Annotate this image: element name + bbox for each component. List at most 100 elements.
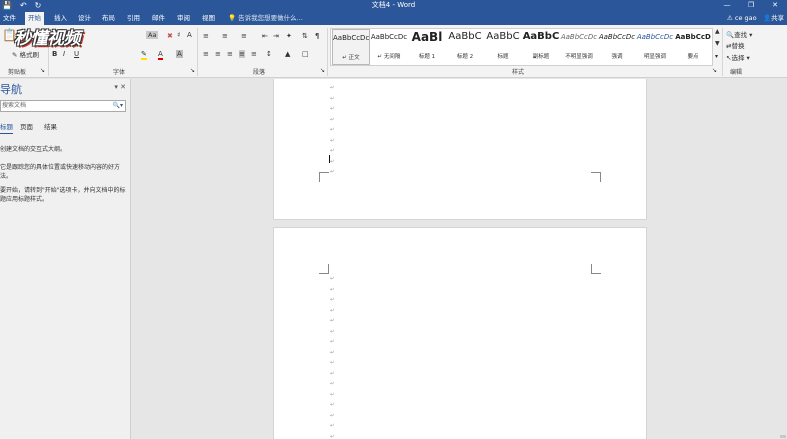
- tab-view[interactable]: 视图: [199, 12, 218, 25]
- style-sample: AaBbCcDc: [636, 33, 674, 41]
- char-border-icon[interactable]: A: [187, 31, 192, 39]
- style-name: 明显强调: [643, 54, 666, 60]
- tell-me-box[interactable]: 💡 告诉我您想要做什么...: [228, 11, 303, 25]
- style-heading-1[interactable]: AaBl 标题 1: [408, 29, 446, 65]
- style-intense-emphasis[interactable]: AaBbCcDc 明显强调: [636, 29, 674, 65]
- user-account[interactable]: ⚠ ce gao: [727, 11, 757, 25]
- styles-gallery: AaBbCcDc ↵ 正文 AaBbCcDc ↵ 无间隔 AaBl 标题 1 A…: [330, 28, 713, 66]
- gallery-scroll-down-icon[interactable]: ▼: [715, 40, 720, 47]
- font-dialog-launcher-icon[interactable]: ↘: [190, 67, 195, 74]
- window-title: 文档4 - Word: [371, 1, 416, 9]
- sort-icon[interactable]: ⇅: [302, 32, 308, 40]
- nav-tab-headings[interactable]: 标题: [0, 121, 13, 134]
- dialog-launcher-icon[interactable]: ↘: [40, 67, 45, 74]
- chinese-layout-icon[interactable]: ✦: [286, 32, 292, 40]
- style-no-spacing[interactable]: AaBbCcDc ↵ 无间隔: [370, 29, 408, 65]
- style-name: ↵ 正文: [342, 55, 360, 61]
- paragraph-mark: ↵: [330, 360, 335, 366]
- share-button[interactable]: 👤共享: [763, 11, 784, 25]
- select-label: 选择: [731, 54, 745, 62]
- close-icon[interactable]: ✕: [763, 0, 787, 11]
- font-color-icon[interactable]: A: [158, 50, 163, 60]
- paragraph-mark: ↵: [330, 307, 335, 314]
- gallery-scroll-up-icon[interactable]: ▲: [715, 28, 720, 35]
- distributed-icon[interactable]: ≡: [251, 50, 257, 58]
- nav-search-placeholder: 搜索文档: [2, 102, 27, 109]
- replace-button[interactable]: ⇄替换: [726, 40, 744, 50]
- paragraph-mark: ↵: [330, 328, 335, 335]
- style-normal[interactable]: AaBbCcDc ↵ 正文: [332, 29, 370, 65]
- bullets-icon[interactable]: ≡: [203, 32, 209, 40]
- paragraph-mark: ↵: [330, 297, 335, 303]
- phonetic-icon[interactable]: ♯: [177, 31, 180, 39]
- group-label-paragraph: 段落: [253, 69, 266, 76]
- restore-icon[interactable]: ❐: [739, 0, 763, 11]
- borders-icon[interactable]: □: [302, 50, 309, 58]
- close-icon[interactable]: ✕: [120, 83, 126, 91]
- style-strong[interactable]: AaBbCcD 要点: [674, 29, 712, 65]
- paragraph-mark: ↵: [330, 402, 335, 408]
- document-area[interactable]: ↵ ↵ ↵ ↵ ↵ ↵ ↵ ↵ ↵ ↵ ↵ ↵ ↵ ↵ ↵ ↵ ↵ ↵ ↵ ↵ ↵ ↵ ↵ ↵ ↵: [132, 79, 787, 439]
- decrease-indent-icon[interactable]: ⇤: [262, 32, 268, 40]
- scrollbar-thumb[interactable]: [780, 435, 786, 438]
- paragraph-mark: ↵: [330, 106, 335, 112]
- paragraph-mark: ↵: [330, 391, 335, 398]
- change-case-button[interactable]: Aa: [146, 31, 159, 39]
- numbering-icon[interactable]: ≡: [222, 32, 228, 40]
- paragraph-dialog-launcher-icon[interactable]: ↘: [320, 67, 325, 74]
- minimize-icon[interactable]: —: [715, 0, 739, 11]
- style-subtitle[interactable]: AaBbC 副标题: [522, 29, 560, 65]
- nav-tab-pages[interactable]: 页面: [20, 121, 33, 131]
- paragraph-mark: ↵: [330, 412, 335, 419]
- style-title[interactable]: AaBbC 标题: [484, 29, 522, 65]
- document-page-2[interactable]: ↵ ↵ ↵ ↵ ↵ ↵ ↵ ↵ ↵ ↵ ↵ ↵ ↵ ↵ ↵ ↵: [273, 227, 647, 439]
- paragraph-mark: ↵: [330, 127, 335, 133]
- style-emphasis[interactable]: AaBbCcDc 强调: [598, 29, 636, 65]
- underline-button[interactable]: U: [74, 50, 79, 58]
- nav-search-input[interactable]: 搜索文档 🔍▾: [0, 100, 126, 112]
- paragraph-mark: ↵: [330, 370, 335, 377]
- ribbon-tab-bar: 文件 开始 插入 设计 布局 引用 邮件 审阅 视图 💡 告诉我您想要做什么..…: [0, 11, 787, 25]
- gallery-more-icon[interactable]: ▾: [715, 53, 718, 60]
- tab-layout[interactable]: 布局: [99, 12, 118, 25]
- tab-references[interactable]: 引用: [124, 12, 143, 25]
- style-name: 标题: [497, 54, 509, 60]
- align-left-icon[interactable]: ≡: [203, 50, 209, 58]
- shading-icon[interactable]: ▲: [285, 50, 290, 58]
- chevron-down-icon[interactable]: ▾: [114, 83, 118, 91]
- search-icon[interactable]: 🔍▾: [113, 101, 123, 111]
- line-spacing-icon[interactable]: ↕: [266, 50, 272, 58]
- bold-button[interactable]: B: [52, 50, 57, 58]
- highlight-icon[interactable]: ✎: [141, 50, 147, 60]
- align-center-icon[interactable]: ≡: [215, 50, 221, 58]
- document-page-1[interactable]: ↵ ↵ ↵ ↵ ↵ ↵ ↵ ↵ ↵: [273, 79, 647, 220]
- tab-review[interactable]: 审阅: [174, 12, 193, 25]
- char-shading-icon[interactable]: A: [176, 50, 183, 58]
- crop-mark: [319, 172, 329, 182]
- justify-icon[interactable]: ≡: [239, 50, 245, 58]
- vertical-scrollbar[interactable]: [779, 79, 787, 439]
- style-sample: AaBbC: [448, 31, 482, 42]
- multilevel-list-icon[interactable]: ≡: [241, 32, 247, 40]
- select-button[interactable]: ↖选择 ▾: [726, 52, 750, 62]
- group-label-clipboard: 剪贴板: [8, 69, 27, 76]
- styles-dialog-launcher-icon[interactable]: ↘: [712, 67, 717, 74]
- italic-button[interactable]: I: [63, 50, 65, 58]
- format-painter-button[interactable]: ✎ 格式刷: [12, 49, 39, 59]
- find-button[interactable]: 🔍查找 ▾: [726, 29, 752, 39]
- paragraph-mark: ↵: [330, 116, 335, 123]
- paragraph-mark: ↵: [330, 169, 335, 175]
- tab-mailings[interactable]: 邮件: [149, 12, 168, 25]
- style-subtle-emphasis[interactable]: AaBbCcDc 不明显强调: [560, 29, 598, 65]
- style-name: 要点: [687, 54, 699, 60]
- align-right-icon[interactable]: ≡: [227, 50, 233, 58]
- clear-format-icon[interactable]: ✖: [167, 32, 173, 40]
- increase-indent-icon[interactable]: ⇥: [273, 32, 279, 40]
- group-label-styles: 样式: [512, 69, 525, 76]
- show-marks-icon[interactable]: ¶: [315, 32, 319, 40]
- group-label-font: 字体: [113, 69, 126, 76]
- style-sample: AaBbC: [522, 31, 560, 42]
- style-heading-2[interactable]: AaBbC 标题 2: [446, 29, 484, 65]
- navigation-pane: 导航 ▾ ✕ 搜索文档 🔍▾ 标题 页面 结果 创建文档的交互式大纲。 它是跟踪…: [0, 79, 131, 439]
- nav-tab-results[interactable]: 结果: [44, 121, 57, 131]
